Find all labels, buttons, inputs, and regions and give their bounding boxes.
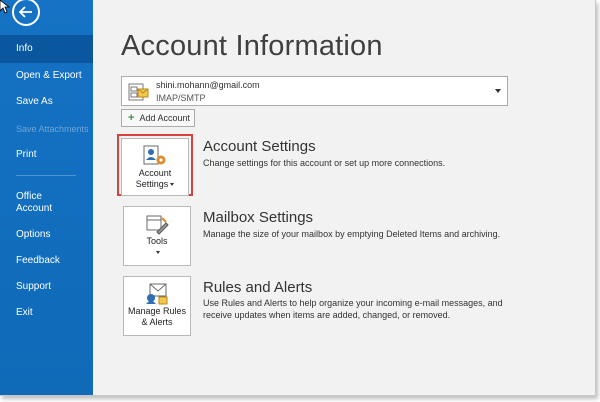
account-selector-dropdown[interactable]: shini.mohann@gmail.com IMAP/SMTP: [121, 76, 508, 106]
email-account-icon: [128, 83, 149, 101]
rules-alerts-title: Rules and Alerts: [203, 279, 313, 296]
account-settings-icon: [143, 145, 166, 165]
caret-down-icon: [156, 251, 160, 255]
mailbox-settings-title: Mailbox Settings: [203, 209, 314, 226]
plus-icon: +: [128, 112, 135, 124]
rules-alerts-icon: [146, 283, 168, 305]
add-account-button[interactable]: + Add Account: [121, 109, 195, 127]
sidebar-item-save-as[interactable]: Save As: [0, 96, 93, 108]
mouse-cursor-icon: [0, 0, 10, 14]
back-button[interactable]: [12, 0, 40, 26]
manage-rules-alerts-button[interactable]: Manage Rules & Alerts: [123, 276, 191, 336]
page-title: Account Information: [121, 30, 383, 62]
back-arrow-icon: [19, 6, 32, 18]
account-type: IMAP/SMTP: [156, 93, 206, 103]
account-email: shini.mohann@gmail.com: [156, 80, 260, 90]
sidebar-item-save-attachments: Save Attachments: [16, 124, 89, 134]
tools-button[interactable]: Tools: [123, 206, 191, 266]
sidebar-item-info[interactable]: Info: [0, 35, 93, 63]
account-settings-button[interactable]: Account Settings: [121, 138, 189, 196]
dropdown-arrow-icon: [495, 89, 501, 93]
caret-down-icon: [170, 183, 175, 187]
outlook-backstage: Info Open & Export Save As Save Attachme…: [0, 0, 596, 396]
sidebar-item-office-account[interactable]: Office Account: [0, 191, 93, 215]
sidebar-item-feedback[interactable]: Feedback: [0, 255, 93, 267]
account-settings-title: Account Settings: [203, 138, 316, 155]
sidebar-item-print[interactable]: Print: [0, 149, 93, 161]
sidebar-item-open-export[interactable]: Open & Export: [0, 70, 93, 82]
rules-alerts-description: Use Rules and Alerts to help organize yo…: [203, 298, 503, 320]
account-settings-description: Change settings for this account or set …: [203, 158, 446, 168]
sidebar-item-exit[interactable]: Exit: [0, 307, 93, 319]
sidebar-item-support[interactable]: Support: [0, 281, 93, 293]
tools-icon: [146, 215, 169, 235]
mailbox-settings-description: Manage the size of your mailbox by empty…: [203, 229, 501, 239]
backstage-sidebar: Info Open & Export Save As Save Attachme…: [0, 0, 93, 395]
sidebar-divider: [16, 175, 76, 176]
sidebar-item-options[interactable]: Options: [0, 229, 93, 241]
